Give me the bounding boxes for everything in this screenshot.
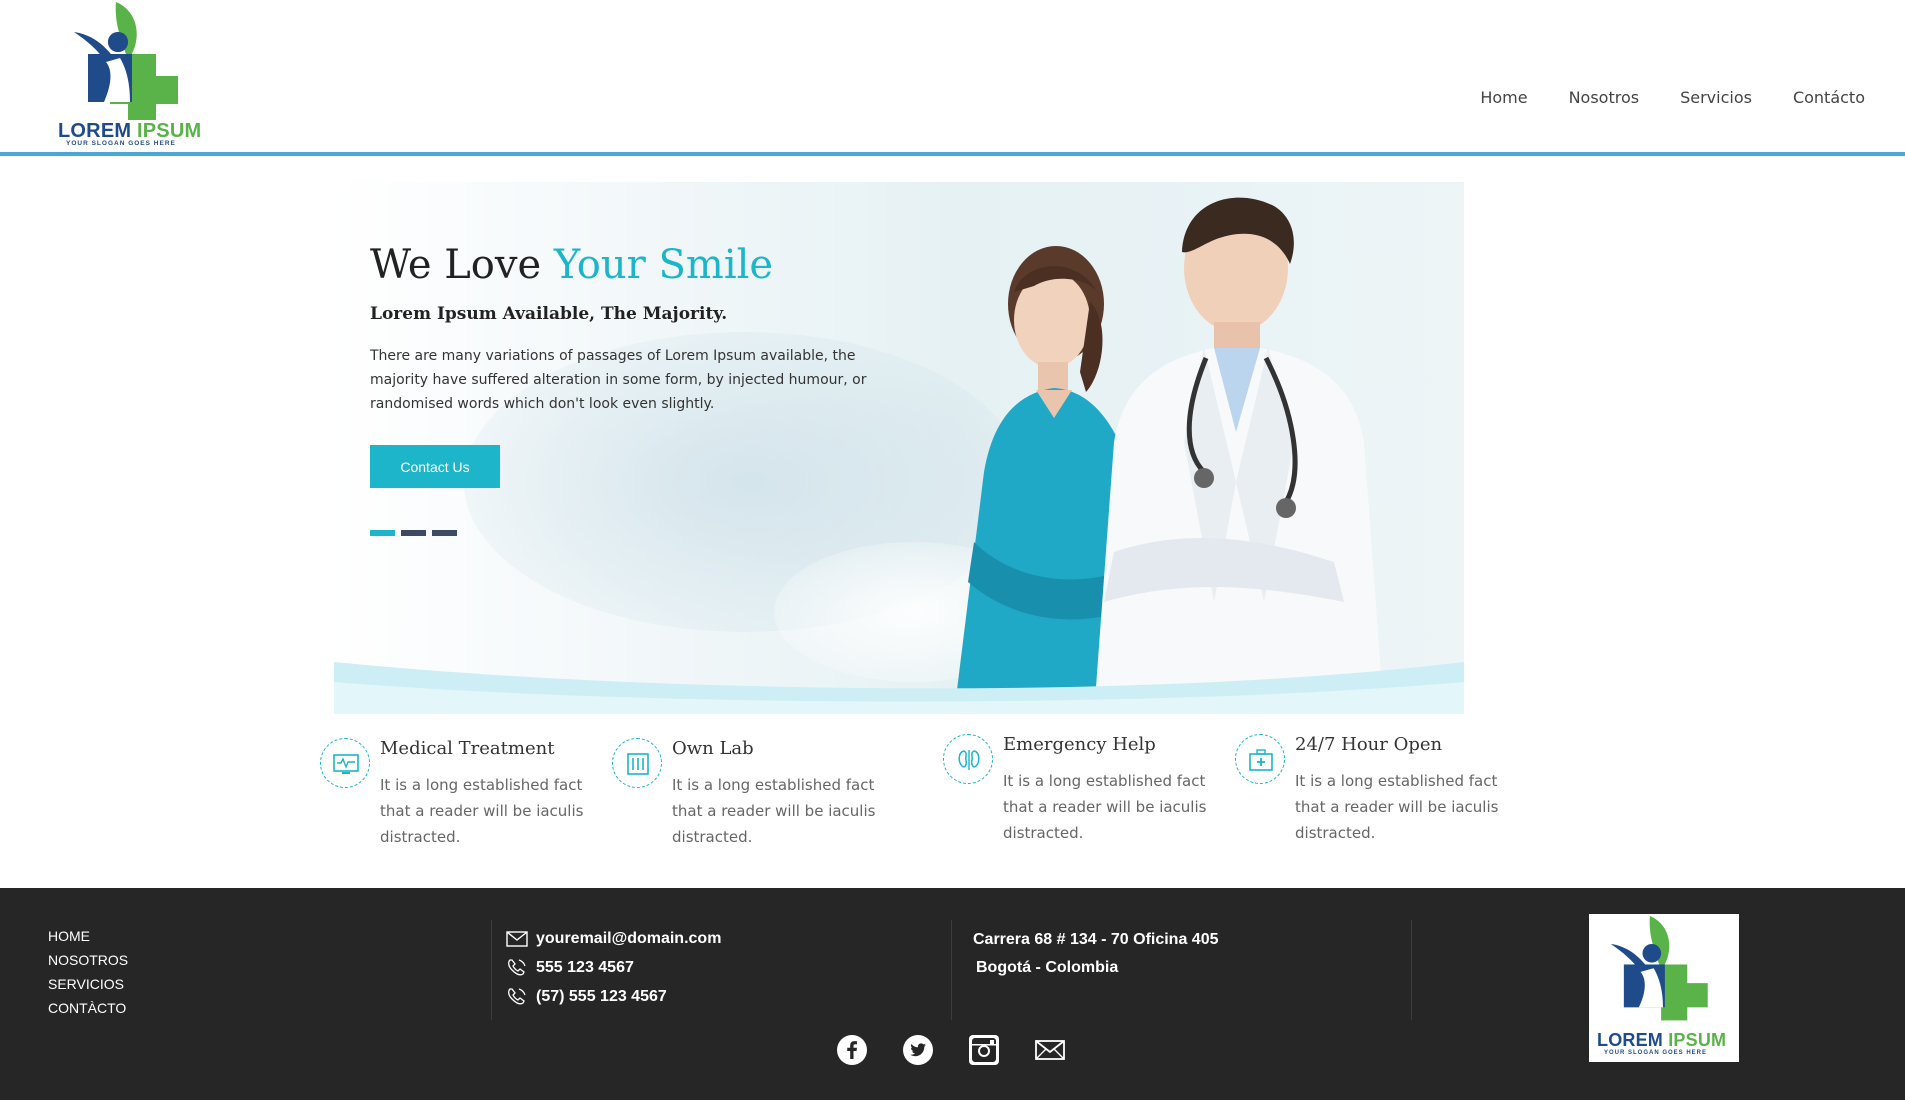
envelope-icon: [506, 930, 528, 947]
footer-nav-servicios[interactable]: SERVICIOS: [48, 972, 128, 996]
feature-title: 24/7 Hour Open: [1295, 734, 1443, 755]
footer-phone-row[interactable]: (57) 555 123 4567: [506, 982, 721, 1011]
feature-text: It is a long established fact that a rea…: [672, 776, 876, 846]
footer-phone-row[interactable]: 555 123 4567: [506, 953, 721, 982]
footer-nav: HOME NOSOTROS SERVICIOS CONTÀCTO: [48, 924, 128, 1020]
main-nav: Home Nosotros Servicios Contácto: [1439, 88, 1865, 107]
phone-icon: [508, 958, 526, 975]
footer-nav-home[interactable]: HOME: [48, 924, 128, 948]
footer-nav-nosotros[interactable]: NOSOTROS: [48, 948, 128, 972]
facebook-icon[interactable]: [836, 1034, 868, 1066]
feature-title: Emergency Help: [1003, 734, 1156, 755]
footer-email-row[interactable]: youremail@domain.com: [506, 924, 721, 953]
mail-icon[interactable]: [1034, 1034, 1066, 1066]
footer-nav-contacto[interactable]: CONTÀCTO: [48, 996, 128, 1020]
slider-dot[interactable]: [401, 530, 426, 536]
kidney-icon: [943, 734, 993, 784]
footer-divider: [951, 920, 952, 1020]
hero-wave: [334, 662, 1464, 714]
feature-title: Own Lab: [672, 738, 754, 759]
site-header: LOREM IPSUM YOUR SLOGAN GOES HERE Home N…: [0, 0, 1905, 156]
slider-dot[interactable]: [370, 530, 395, 536]
footer-contact: youremail@domain.com 555 123 4567 (57) 5…: [506, 924, 721, 1011]
logo-text: LOREM IPSUM: [1597, 1030, 1727, 1050]
doctors-illustration: [954, 197, 1384, 714]
address-line: Carrera 68 # 134 - 70 Oficina 405: [973, 931, 1219, 948]
lab-icon: [612, 738, 662, 788]
footer-divider: [491, 920, 492, 1020]
footer-address: Carrera 68 # 134 - 70 Oficina 405 Bogotá…: [973, 926, 1219, 982]
slider-dots: [370, 530, 457, 536]
feature-text: It is a long established fact that a rea…: [380, 776, 584, 846]
footer-logo: LOREM IPSUM YOUR SLOGAN GOES HERE: [1589, 914, 1739, 1062]
slider-dot[interactable]: [432, 530, 457, 536]
first-aid-icon: [1235, 734, 1285, 784]
hero-slider: We Love Your Smile Lorem Ipsum Available…: [334, 182, 1464, 714]
nav-servicios[interactable]: Servicios: [1680, 88, 1752, 107]
hero-title: We Love Your Smile: [370, 242, 774, 288]
footer-phone[interactable]: 555 123 4567: [536, 959, 634, 977]
logo-slogan: YOUR SLOGAN GOES HERE: [66, 140, 176, 147]
logo[interactable]: LOREM IPSUM YOUR SLOGAN GOES HERE: [56, 2, 206, 150]
instagram-icon[interactable]: [968, 1034, 1000, 1066]
address-line: Bogotá - Colombia: [976, 959, 1119, 976]
phone-icon: [508, 987, 526, 1004]
nav-home[interactable]: Home: [1480, 88, 1527, 107]
footer-phone[interactable]: (57) 555 123 4567: [536, 988, 667, 1006]
social-links: [836, 1034, 1066, 1066]
monitor-icon: [320, 738, 370, 788]
logo-mark-icon: [74, 2, 178, 120]
footer-divider: [1411, 920, 1412, 1020]
hero-subtitle: Lorem Ipsum Available, The Majority.: [370, 304, 728, 324]
logo-slogan: YOUR SLOGAN GOES HERE: [1604, 1050, 1708, 1056]
logo-mark-icon: [1610, 916, 1708, 1021]
hero-description: There are many variations of passages of…: [370, 348, 867, 412]
feature-text: It is a long established fact that a rea…: [1295, 772, 1499, 842]
contact-us-button[interactable]: Contact Us: [370, 445, 500, 488]
nav-contacto[interactable]: Contácto: [1793, 88, 1865, 107]
footer-email[interactable]: youremail@domain.com: [536, 930, 721, 948]
twitter-icon[interactable]: [902, 1034, 934, 1066]
nav-nosotros[interactable]: Nosotros: [1569, 88, 1640, 107]
feature-text: It is a long established fact that a rea…: [1003, 772, 1207, 842]
site-footer: HOME NOSOTROS SERVICIOS CONTÀCTO yourema…: [0, 888, 1905, 1100]
feature-title: Medical Treatment: [380, 738, 555, 759]
